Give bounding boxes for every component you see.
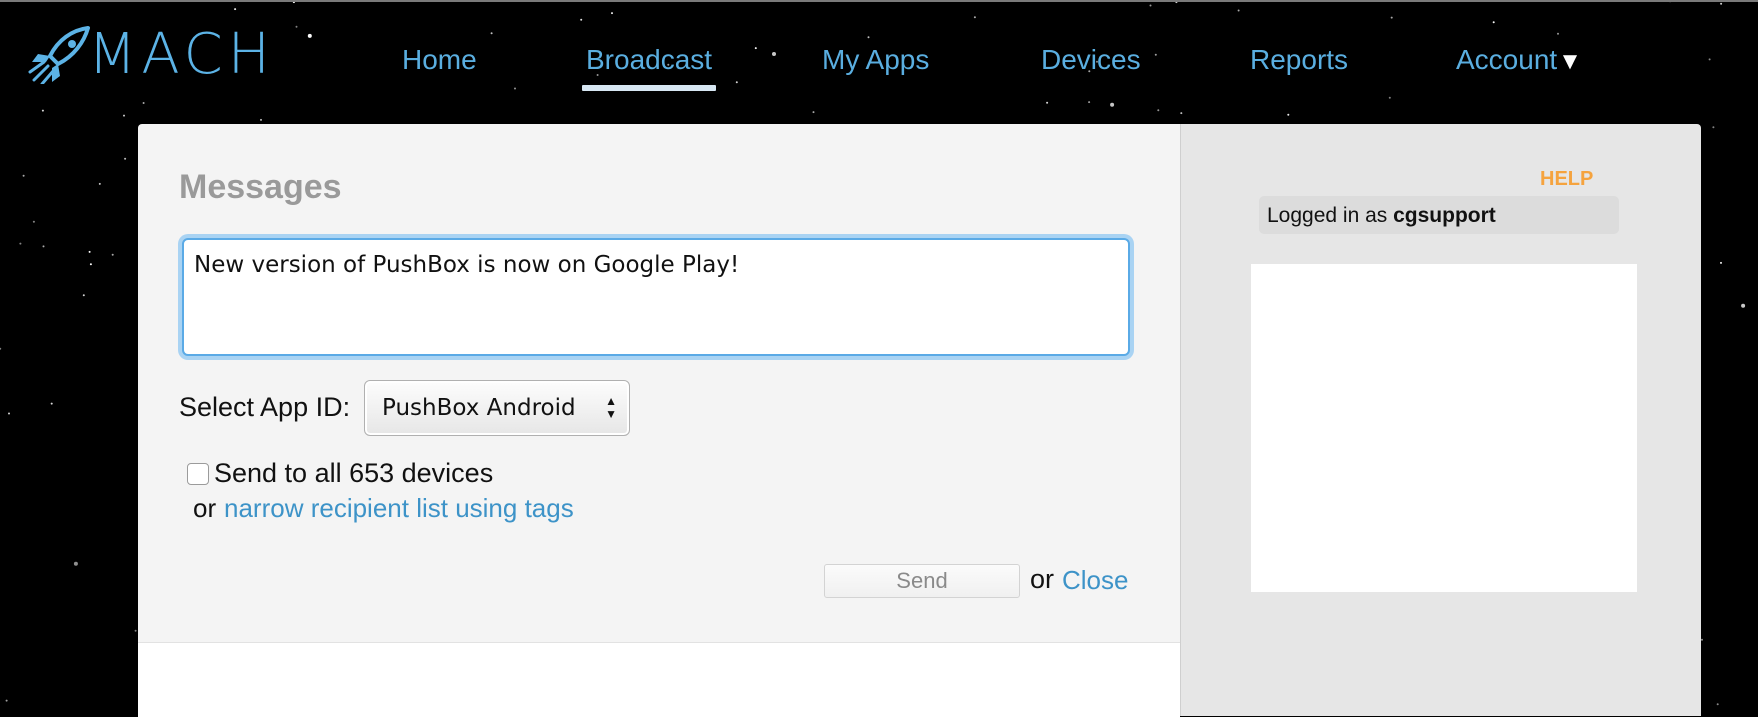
star [1741, 303, 1746, 308]
panel-footer [138, 642, 1180, 717]
send-to-all-checkbox[interactable] [187, 463, 209, 485]
star [735, 81, 738, 84]
star [50, 402, 53, 405]
sidebar: HELP Logged in as cgsupport [1180, 124, 1701, 716]
messages-panel: Messages New version of PushBox is now o… [138, 124, 1180, 717]
send-to-all-label[interactable]: Send to all 653 devices [214, 458, 493, 489]
star [5, 699, 8, 702]
star [1046, 101, 1049, 104]
rocket-icon [28, 26, 90, 84]
logo-text: MACH [88, 22, 275, 87]
star [32, 220, 35, 223]
window-top-border [0, 0, 1758, 2]
star [8, 412, 10, 415]
close-link[interactable]: Close [1062, 565, 1128, 596]
star [867, 36, 870, 39]
star [490, 32, 493, 35]
mach-logo[interactable]: MACH [28, 26, 338, 84]
star [514, 87, 516, 90]
star [0, 347, 2, 350]
star [1088, 101, 1091, 104]
logged-in-prefix: Logged in as [1267, 204, 1388, 227]
star [1390, 16, 1393, 19]
nav-account-label: Account [1456, 44, 1558, 75]
star [19, 242, 22, 245]
star [1157, 109, 1160, 112]
nav-broadcast[interactable]: Broadcast [581, 44, 717, 91]
dropdown-caret-icon: ▼ [1558, 48, 1582, 75]
panel-title: Messages [179, 168, 342, 206]
star [134, 629, 137, 632]
star [123, 114, 125, 117]
star [1237, 9, 1240, 12]
star [41, 109, 44, 112]
star [1388, 96, 1391, 99]
star [1708, 58, 1711, 61]
star [1149, 4, 1152, 7]
nav-home[interactable]: Home [402, 44, 477, 76]
star [1287, 113, 1290, 116]
sidebar-content-area [1251, 264, 1637, 592]
app-id-select[interactable]: PushBox Android ▲ ▼ [364, 380, 630, 436]
help-link[interactable]: HELP [1540, 168, 1593, 191]
star [1492, 21, 1495, 24]
star [754, 47, 757, 50]
star [1557, 32, 1559, 35]
narrow-recipients-link[interactable]: narrow recipient list using tags [224, 493, 574, 524]
star [22, 174, 25, 177]
star [1720, 261, 1722, 264]
nav-my-apps[interactable]: My Apps [822, 44, 929, 76]
star [1720, 2, 1723, 5]
select-app-label: Select App ID: [179, 392, 351, 422]
star [1180, 112, 1183, 115]
star [1154, 53, 1157, 56]
selected-app-value: PushBox Android [382, 395, 576, 421]
star [260, 118, 262, 121]
nav-reports[interactable]: Reports [1250, 44, 1348, 76]
star [1701, 638, 1703, 641]
username: cgsupport [1393, 204, 1496, 227]
star [1712, 126, 1715, 129]
star [1110, 102, 1115, 107]
send-button[interactable]: Send [824, 564, 1020, 598]
nav-account[interactable]: Account▼ [1456, 44, 1582, 76]
select-arrows-icon: ▲ ▼ [605, 394, 617, 421]
star [42, 245, 45, 248]
star [772, 52, 776, 56]
nav-devices[interactable]: Devices [1041, 44, 1141, 76]
star [1716, 703, 1719, 706]
star [98, 182, 101, 185]
star [82, 294, 85, 297]
message-input[interactable]: New version of PushBox is now on Google … [182, 238, 1130, 356]
star [611, 12, 613, 15]
star [973, 16, 976, 19]
star [142, 102, 145, 104]
star [234, 8, 237, 11]
star [124, 157, 127, 160]
star [73, 561, 78, 566]
logged-in-status: Logged in as cgsupport [1259, 196, 1619, 234]
star [111, 253, 114, 256]
star [580, 18, 583, 21]
or-text: or [1030, 564, 1055, 594]
or-text: or [193, 493, 217, 523]
star [812, 111, 815, 114]
star [88, 250, 91, 253]
star [89, 263, 92, 266]
